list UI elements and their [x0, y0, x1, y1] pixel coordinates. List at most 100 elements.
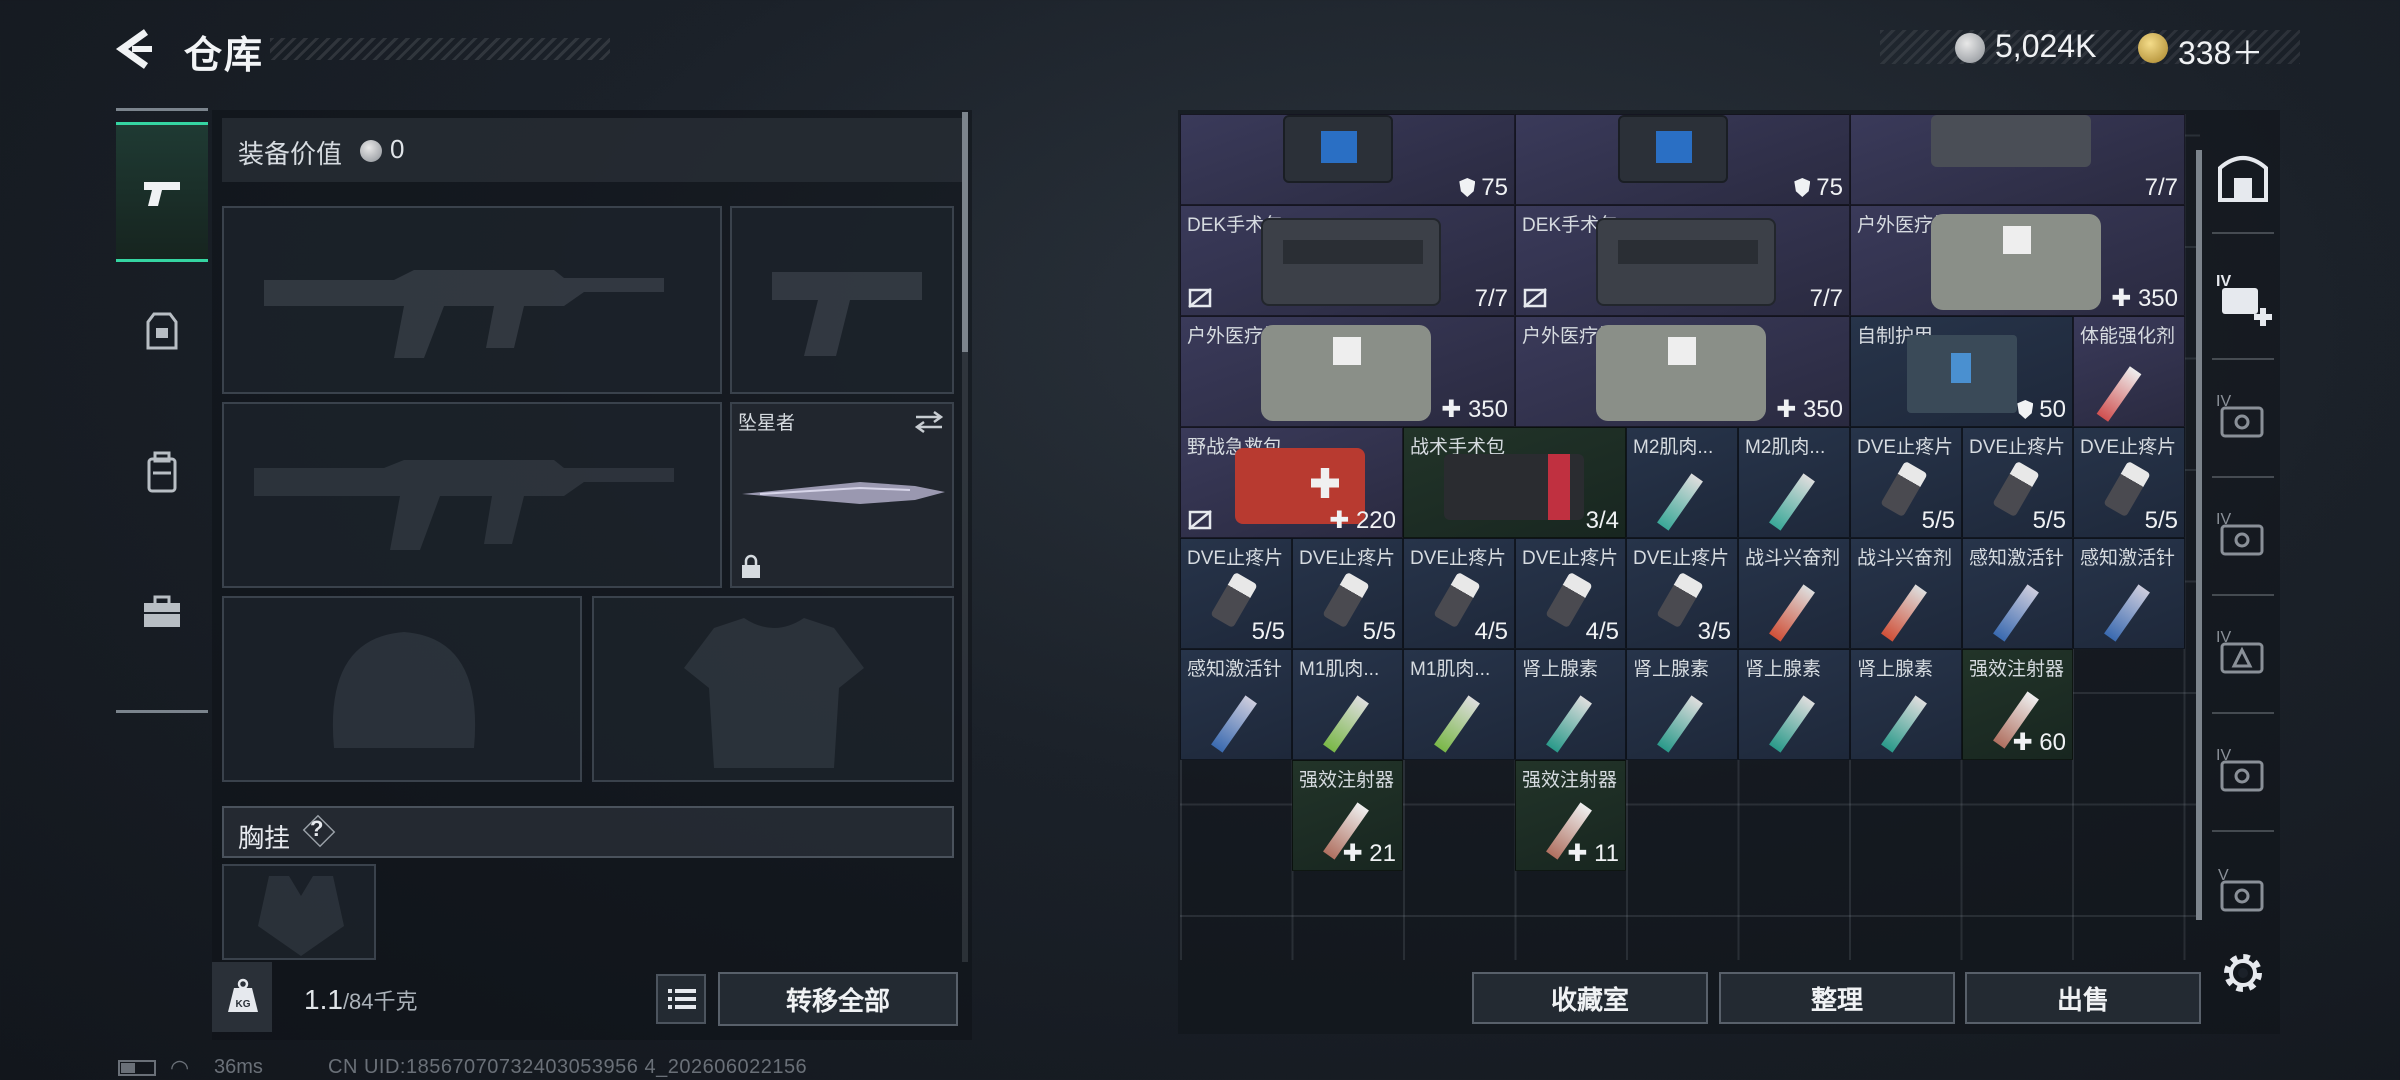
- melee-slot[interactable]: 坠星者: [730, 402, 954, 588]
- stash-item-perception-injector[interactable]: 感知激活针: [2073, 538, 2185, 649]
- stash-item-dek-surgery-kit[interactable]: DEK手术包 7/7: [1515, 205, 1850, 316]
- stash-item-tactical-surgery-kit[interactable]: 战术手术包 3/4: [1403, 427, 1626, 538]
- item-quantity: 5/5: [2032, 507, 2066, 534]
- carry-weight-max: /84千克: [342, 989, 418, 1014]
- stash-item-potent-injector[interactable]: 强效注射器 ✚ 60: [1962, 649, 2073, 760]
- tier-iv-ammo-icon[interactable]: IV: [2214, 624, 2272, 682]
- item-name: 肾上腺素: [1745, 659, 1822, 680]
- tier-v-case-icon[interactable]: V: [2214, 862, 2272, 920]
- syringe-icon: [1769, 695, 1815, 753]
- stash-item-adrenaline[interactable]: 肾上腺素: [1738, 649, 1850, 760]
- right-column-divider: [2212, 594, 2274, 596]
- right-column-divider: [2212, 232, 2274, 234]
- money-amount[interactable]: 5,024K: [1995, 28, 2096, 65]
- stash-item-dek-surgery-kit[interactable]: DEK手术包 7/7: [1180, 205, 1515, 316]
- stash-item-dve-painkiller[interactable]: DVE止疼片 4/5: [1515, 538, 1626, 649]
- loadout-scrollbar[interactable]: [962, 112, 968, 352]
- stash-grid[interactable]: 75 75 7/7 DEK手术包 7/7 DEK手术包 7/7 户外医疗箱 ✚ …: [1180, 114, 2200, 960]
- sell-button[interactable]: 出售: [1965, 972, 2201, 1024]
- stash-item-adrenaline[interactable]: 肾上腺素: [1850, 649, 1962, 760]
- knife-icon: [742, 482, 945, 504]
- stash-item-dve-painkiller[interactable]: DVE止疼片 5/5: [1292, 538, 1403, 649]
- stash-scrollbar[interactable]: [2196, 150, 2202, 920]
- secondary-weapon-slot[interactable]: [222, 402, 722, 588]
- stash-item-dve-painkiller[interactable]: DVE止疼片 5/5: [1850, 427, 1962, 538]
- stash-item-m2-muscle[interactable]: M2肌肉...: [1626, 427, 1738, 538]
- nav-tab-weapons[interactable]: [116, 122, 208, 262]
- tier-iv-case-icon[interactable]: IV: [2214, 388, 2272, 446]
- swap-icon[interactable]: [914, 410, 944, 434]
- stash-item-case[interactable]: 75: [1515, 114, 1850, 205]
- carry-weight: 1.1/84千克: [304, 984, 418, 1016]
- item-quantity: ✚ 60: [2012, 729, 2066, 756]
- rifle-silhouette-icon: [264, 270, 664, 358]
- weight-kg-icon: KG: [228, 978, 258, 1012]
- stash-item-homemade-armor[interactable]: 自制护甲 50: [1850, 316, 2073, 427]
- nav-tab-backpack[interactable]: [116, 402, 208, 542]
- stash-item-surgery-kit[interactable]: 7/7: [1850, 114, 2185, 205]
- sort-button[interactable]: 整理: [1719, 972, 1955, 1024]
- stash-item-dve-painkiller[interactable]: DVE止疼片 4/5: [1403, 538, 1515, 649]
- item-quantity: 5/5: [1251, 618, 1285, 645]
- stash-item-m1-muscle[interactable]: M1肌肉...: [1403, 649, 1515, 760]
- item-name: 战斗兴奋剂: [1745, 548, 1841, 569]
- nav-tab-toolbox[interactable]: [116, 542, 208, 682]
- stash-item-adrenaline[interactable]: 肾上腺素: [1626, 649, 1738, 760]
- gear-icon[interactable]: [2220, 950, 2266, 996]
- case-icon: [1283, 115, 1393, 183]
- safe-icon[interactable]: [2214, 148, 2272, 206]
- back-arrow-icon[interactable]: [112, 26, 158, 72]
- rifle-silhouette-icon: [254, 460, 674, 550]
- no-insure-icon: [1523, 288, 1547, 308]
- helmet-slot[interactable]: [222, 596, 582, 782]
- tier-iv-medkit-icon[interactable]: IV: [2214, 268, 2272, 326]
- kit-strap: [1283, 240, 1423, 264]
- stash-item-outdoor-medkit[interactable]: 户外医疗箱 ✚ 350: [1515, 316, 1850, 427]
- syringe-icon: [1657, 695, 1703, 753]
- item-quantity: ✚ 350: [1776, 396, 1843, 423]
- stash-item-adrenaline[interactable]: 肾上腺素: [1515, 649, 1626, 760]
- stash-item-combat-stimulant[interactable]: 战斗兴奋剂: [1850, 538, 1962, 649]
- stash-item-potent-injector[interactable]: 强效注射器 ✚ 21: [1292, 760, 1403, 871]
- pill-bottle-icon: [1880, 460, 1928, 518]
- stash-item-perception-injector[interactable]: 感知激活针: [1180, 649, 1292, 760]
- body-armor-slot[interactable]: [592, 596, 954, 782]
- collection-room-button[interactable]: 收藏室: [1472, 972, 1708, 1024]
- list-view-button[interactable]: [656, 974, 706, 1024]
- stash-item-outdoor-medkit[interactable]: 户外医疗箱 ✚ 350: [1850, 205, 2185, 316]
- stash-item-stamina-booster[interactable]: 体能强化剂: [2073, 316, 2185, 427]
- item-name: 强效注射器: [1522, 770, 1618, 791]
- item-quantity: 3/4: [1585, 507, 1619, 534]
- transfer-all-button[interactable]: 转移全部: [718, 972, 958, 1026]
- sidearm-slot[interactable]: [730, 206, 954, 394]
- item-quantity: ✚ 350: [2111, 285, 2178, 312]
- chest-rig-slot[interactable]: [222, 864, 376, 960]
- backpack-icon: [147, 451, 177, 493]
- stash-item-m1-muscle[interactable]: M1肌肉...: [1292, 649, 1403, 760]
- stash-item-outdoor-medkit[interactable]: 户外医疗箱 ✚ 350: [1180, 316, 1515, 427]
- stash-item-m2-muscle[interactable]: M2肌肉...: [1738, 427, 1850, 538]
- item-name: 感知激活针: [1187, 659, 1283, 680]
- stash-item-dve-painkiller[interactable]: DVE止疼片 5/5: [1180, 538, 1292, 649]
- tier-iv-case-icon[interactable]: IV: [2214, 742, 2272, 800]
- nav-tab-armor[interactable]: [116, 262, 208, 402]
- stash-item-combat-stimulant[interactable]: 战斗兴奋剂: [1738, 538, 1850, 649]
- stash-item-case[interactable]: 75: [1180, 114, 1515, 205]
- item-quantity: 7/7: [1474, 285, 1508, 312]
- surgery-kit-icon: [1261, 218, 1441, 306]
- right-column-divider: [2212, 358, 2274, 360]
- stash-item-perception-injector[interactable]: 感知激活针: [1962, 538, 2073, 649]
- stash-item-dve-painkiller[interactable]: DVE止疼片 3/5: [1626, 538, 1738, 649]
- stash-item-potent-injector[interactable]: 强效注射器 ✚ 11: [1515, 760, 1626, 871]
- item-name: DVE止疼片: [1857, 437, 1954, 458]
- gold-token-icon: [2138, 33, 2168, 63]
- primary-weapon-slot[interactable]: [222, 206, 722, 394]
- kit-strap: [1618, 240, 1758, 264]
- pistol-icon: [144, 182, 180, 206]
- stash-item-dve-painkiller[interactable]: DVE止疼片 5/5: [2073, 427, 2185, 538]
- stash-item-field-first-aid[interactable]: 野战急救包 ✚ 220: [1180, 427, 1403, 538]
- token-amount[interactable]: 338＋: [2178, 28, 2263, 74]
- tier-iv-case-icon[interactable]: IV: [2214, 506, 2272, 564]
- chest-rig-silhouette-icon: [258, 876, 344, 956]
- stash-item-dve-painkiller[interactable]: DVE止疼片 5/5: [1962, 427, 2073, 538]
